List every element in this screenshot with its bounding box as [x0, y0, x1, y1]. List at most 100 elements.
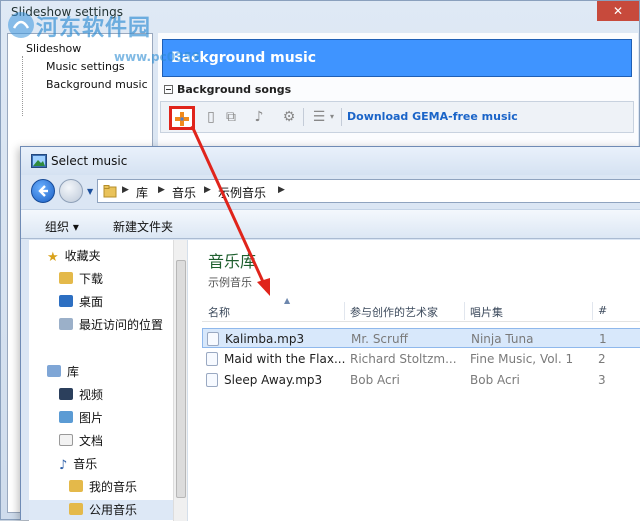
nav-item-label: 公用音乐	[89, 503, 138, 517]
column-divider[interactable]	[344, 302, 345, 320]
videos-icon	[59, 388, 73, 400]
folder-icon	[69, 480, 83, 492]
documents-icon	[59, 434, 73, 446]
select-music-dialog: Select music ▼ ▶ 库 ▶ 音乐 ▶ 示例音乐 ▶ 组织 ▾ 新建…	[20, 146, 640, 521]
toolbar-divider	[341, 108, 342, 126]
tree-item-slideshow[interactable]: Slideshow	[26, 42, 81, 55]
file-album: Fine Music, Vol. 1	[470, 352, 574, 366]
nav-item-label: 图片	[79, 411, 104, 425]
nav-item-downloads[interactable]: 下载	[59, 269, 103, 289]
scrollbar-thumb[interactable]	[176, 260, 186, 498]
file-row[interactable]: Maid with the Flax... Richard Stoltzm...…	[202, 349, 640, 369]
downloads-folder-icon	[59, 272, 73, 284]
star-icon: ★	[47, 250, 59, 265]
file-name: Maid with the Flax...	[224, 352, 346, 366]
nav-item-label: 文档	[79, 434, 104, 448]
audio-file-icon	[206, 352, 218, 366]
collapse-icon[interactable]	[164, 85, 173, 94]
back-button[interactable]	[31, 179, 55, 203]
file-name: Sleep Away.mp3	[224, 373, 323, 387]
add-icon	[175, 112, 189, 126]
pictures-icon	[59, 411, 73, 423]
column-track-number[interactable]: #	[598, 304, 607, 317]
command-bar: 组织 ▾ 新建文件夹	[21, 209, 640, 239]
crumb-chevron-icon[interactable]: ▶	[158, 185, 165, 195]
nav-libraries[interactable]: 库	[47, 362, 79, 382]
tree-item-music-settings[interactable]: Music settings	[46, 60, 125, 73]
column-divider[interactable]	[592, 302, 593, 320]
songs-toolbar: ▯ ⧉ ♪ ⚙ ☰ ▾ Download GEMA-free music	[160, 101, 634, 133]
library-subtitle: 示例音乐	[208, 276, 252, 289]
file-album: Bob Acri	[470, 373, 520, 387]
nav-favorites[interactable]: ★ 收藏夹	[47, 246, 101, 266]
crumb-chevron-icon[interactable]: ▶	[122, 185, 129, 195]
nav-item-my-music[interactable]: 我的音乐	[69, 477, 137, 497]
nav-libraries-label: 库	[67, 365, 80, 379]
address-row: ▼ ▶ 库 ▶ 音乐 ▶ 示例音乐 ▶	[21, 175, 640, 209]
breadcrumb-music[interactable]: 音乐	[172, 184, 196, 201]
recent-locations-dropdown[interactable]: ▼	[87, 187, 93, 196]
audio-icon[interactable]: ♪	[249, 107, 269, 127]
file-track: 3	[598, 373, 606, 387]
breadcrumb-library[interactable]: 库	[136, 184, 148, 201]
list-icon[interactable]: ☰	[309, 107, 329, 127]
watermark-url: www.pc0359	[114, 50, 201, 64]
column-album[interactable]: 唱片集	[470, 304, 503, 320]
crumb-chevron-icon[interactable]: ▶	[278, 185, 285, 195]
column-artist[interactable]: 参与创作的艺术家	[350, 304, 438, 320]
new-folder-button[interactable]: 新建文件夹	[113, 218, 173, 235]
address-bar[interactable]: ▶ 库 ▶ 音乐 ▶ 示例音乐 ▶	[97, 179, 640, 203]
file-album: Ninja Tuna	[471, 332, 534, 346]
audio-file-icon	[207, 332, 219, 346]
close-button[interactable]: ✕	[597, 1, 639, 21]
file-track: 1	[599, 332, 607, 346]
background-songs-group[interactable]: Background songs	[164, 83, 291, 96]
file-list-pane: 音乐库 示例音乐 ▲ 名称 参与创作的艺术家 唱片集 # Kalimba.mp3…	[187, 240, 640, 521]
file-artist: Richard Stoltzm...	[350, 352, 457, 366]
music-note-icon: ♪	[59, 458, 68, 473]
nav-item-public-music[interactable]: 公用音乐	[29, 500, 179, 520]
dialog-title: Select music	[51, 154, 128, 168]
folder-icon	[69, 503, 83, 515]
column-divider[interactable]	[464, 302, 465, 320]
file-row[interactable]: Kalimba.mp3 Mr. Scruff Ninja Tuna 1	[202, 328, 640, 348]
recent-places-icon	[59, 318, 73, 330]
column-headers: ▲ 名称 参与创作的艺术家 唱片集 #	[202, 296, 640, 322]
delete-icon[interactable]: ▯	[201, 107, 221, 127]
forward-button[interactable]	[59, 179, 83, 203]
chevron-down-icon[interactable]: ▾	[327, 107, 337, 127]
nav-item-videos[interactable]: 视频	[59, 385, 103, 405]
desktop-icon	[59, 295, 73, 307]
arrow-left-icon	[38, 185, 48, 197]
tree-item-background-music[interactable]: Background music	[46, 78, 148, 91]
audio-file-icon	[206, 373, 218, 387]
add-song-button[interactable]	[169, 106, 195, 130]
organize-button[interactable]: 组织 ▾	[45, 218, 79, 235]
nav-item-music[interactable]: ♪ 音乐	[59, 454, 97, 474]
file-artist: Bob Acri	[350, 373, 400, 387]
file-artist: Mr. Scruff	[351, 332, 408, 346]
tree-connector-lines	[22, 56, 42, 116]
nav-scrollbar[interactable]	[173, 240, 187, 521]
file-track: 2	[598, 352, 606, 366]
download-music-link[interactable]: Download GEMA-free music	[347, 110, 518, 123]
nav-item-recent-places[interactable]: 最近访问的位置	[59, 315, 163, 335]
dialog-titlebar[interactable]: Select music	[21, 147, 640, 175]
nav-item-pictures[interactable]: 图片	[59, 408, 103, 428]
copy-icon[interactable]: ⧉	[221, 107, 241, 127]
nav-item-documents[interactable]: 文档	[59, 431, 103, 451]
crumb-chevron-icon[interactable]: ▶	[204, 185, 211, 195]
nav-item-label: 音乐	[73, 457, 98, 471]
section-header: Background music	[162, 39, 632, 77]
nav-item-desktop[interactable]: 桌面	[59, 292, 103, 312]
file-name: Kalimba.mp3	[225, 332, 305, 346]
libraries-icon	[47, 365, 61, 377]
column-name[interactable]: 名称	[208, 304, 230, 320]
file-row[interactable]: Sleep Away.mp3 Bob Acri Bob Acri 3	[202, 370, 640, 390]
folder-icon	[103, 185, 117, 198]
breadcrumb-sample-music[interactable]: 示例音乐	[218, 184, 266, 201]
nav-item-label: 最近访问的位置	[79, 318, 164, 332]
nav-favorites-label: 收藏夹	[64, 249, 101, 263]
settings-icon[interactable]: ⚙	[279, 107, 299, 127]
sort-ascending-icon: ▲	[284, 296, 291, 305]
